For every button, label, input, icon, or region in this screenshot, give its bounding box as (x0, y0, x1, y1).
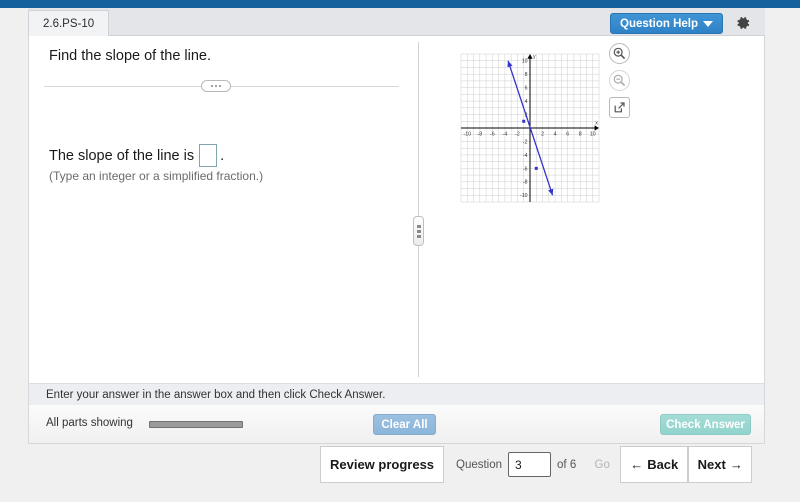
answer-format-hint: (Type an integer or a simplified fractio… (49, 169, 264, 183)
x-tick-label: 2 (541, 132, 544, 138)
question-total-label: of 6 (557, 458, 577, 471)
tab-label: 2.6.PS-10 (43, 17, 95, 30)
x-tick-label: -10 (464, 132, 472, 138)
handle-dot-icon (416, 229, 421, 233)
app-root: 2.6.PS-10 Question Help Find the slope o… (0, 0, 800, 502)
expand-icon (614, 102, 625, 113)
instruction-text: Enter your answer in the answer box and … (46, 388, 386, 401)
y-tick-label: 4 (525, 99, 528, 105)
handle-dot-icon (416, 234, 421, 238)
question-number-input[interactable]: 3 (508, 452, 552, 477)
y-axis-label: y (533, 54, 536, 60)
question-card: Find the slope of the line. The slope of… (28, 36, 765, 383)
question-selector: Question 3 of 6 (444, 446, 584, 483)
zoom-out-button[interactable] (609, 70, 630, 91)
x-tick-label: 4 (554, 132, 557, 138)
y-tick-label: -4 (523, 153, 528, 159)
x-tick-label: -6 (490, 132, 495, 138)
x-tick-label: 10 (590, 132, 596, 138)
y-tick-label: 10 (522, 59, 528, 65)
graph-toolbar (609, 43, 630, 124)
question-label: Question (456, 458, 503, 471)
x-axis-label: x (595, 121, 598, 127)
zoom-out-icon (613, 74, 626, 87)
zoom-in-icon (613, 47, 626, 60)
divider-ellipsis-button[interactable] (201, 80, 231, 92)
y-tick-label: -6 (523, 166, 528, 172)
all-parts-label: All parts showing (46, 417, 133, 429)
back-label: Back (647, 457, 679, 472)
question-help-label: Question Help (620, 17, 698, 30)
clear-all-label: Clear All (381, 418, 428, 431)
panel-splitter (418, 42, 419, 377)
review-progress-button[interactable]: Review progress (320, 446, 444, 483)
question-help-button[interactable]: Question Help (610, 13, 723, 34)
plotted-point (534, 166, 538, 170)
tab-exercise[interactable]: 2.6.PS-10 (28, 10, 110, 36)
y-tick-label: -10 (520, 193, 528, 199)
next-button[interactable]: Next → (688, 446, 753, 483)
settings-button[interactable] (733, 13, 753, 33)
check-answer-button[interactable]: Check Answer (660, 414, 751, 435)
x-tick-label: -8 (478, 132, 483, 138)
back-button[interactable]: ← Back (620, 446, 689, 483)
bottom-navigation: Review progress Question 3 of 6 Go ← Bac… (320, 446, 755, 483)
action-bar: All parts showing Clear All Check Answer (28, 405, 765, 444)
dot-icon (215, 85, 217, 87)
plotted-point (522, 119, 526, 123)
answer-prefix-label: The slope of the line is (49, 147, 195, 164)
instruction-bar: Enter your answer in the answer box and … (28, 383, 765, 405)
go-label: Go (594, 458, 610, 471)
coordinate-graph: -10-8-6-4-2246810108642-2-4-6-8-10xy (449, 40, 609, 225)
zoom-in-button[interactable] (609, 43, 630, 64)
answer-line: The slope of the line is . (49, 144, 224, 167)
expand-graph-button[interactable] (609, 97, 630, 118)
y-tick-label: -2 (523, 139, 528, 145)
x-tick-label: -2 (515, 132, 520, 138)
top-accent-bar (0, 0, 800, 8)
check-answer-label: Check Answer (666, 418, 745, 431)
y-tick-label: -8 (523, 180, 528, 186)
tab-bar: 2.6.PS-10 Question Help (28, 8, 765, 36)
graph-svg: -10-8-6-4-2246810108642-2-4-6-8-10xy (460, 53, 600, 203)
next-label: Next (697, 457, 726, 472)
panel-splitter-handle[interactable] (413, 216, 424, 246)
question-prompt: Find the slope of the line. (49, 48, 212, 64)
parts-progress-bar (149, 421, 243, 428)
dot-icon (211, 85, 213, 87)
next-arrow-icon: → (729, 457, 743, 472)
go-button[interactable]: Go (584, 446, 621, 483)
gear-icon (737, 17, 750, 29)
answer-suffix-label: . (220, 147, 225, 164)
y-tick-label: 6 (525, 86, 528, 92)
clear-all-button[interactable]: Clear All (373, 414, 436, 435)
x-tick-label: 6 (566, 132, 569, 138)
x-tick-label: 8 (579, 132, 582, 138)
chevron-down-icon (703, 20, 713, 27)
answer-input[interactable] (199, 144, 218, 167)
handle-dot-icon (416, 224, 421, 228)
back-arrow-icon: ← (630, 457, 644, 472)
dot-icon (219, 85, 221, 87)
y-tick-label: 8 (525, 72, 528, 78)
review-progress-label: Review progress (329, 457, 435, 472)
x-tick-label: -4 (503, 132, 508, 138)
